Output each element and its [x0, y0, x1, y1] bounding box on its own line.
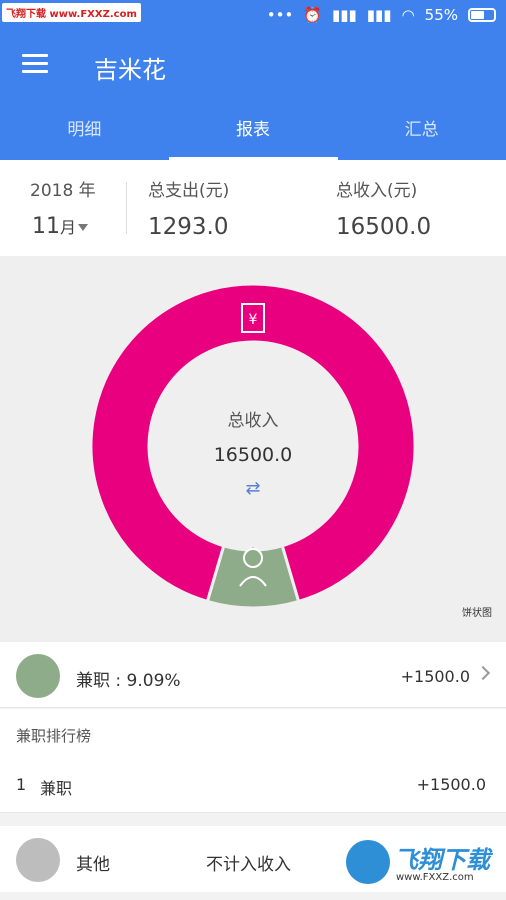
- app-bar: 吉米花 明细 报表 汇总: [0, 32, 506, 160]
- status-bar: 飞翔下载 www.FXXZ.com ••• ⏰ ▮▮▮ ▮▮▮ ◠ 55%: [0, 0, 506, 32]
- year-label: 2018 年: [30, 181, 96, 201]
- dropdown-arrow-icon: [78, 223, 89, 231]
- income-value: 16500.0: [336, 214, 432, 240]
- watermark-brand: 飞翔下载: [394, 846, 490, 874]
- month-unit: 月: [60, 218, 77, 237]
- rank-name: 兼职: [40, 779, 73, 798]
- parttime-icon: [16, 654, 60, 698]
- battery-icon: [468, 8, 496, 22]
- tab-bar: 明细 报表 汇总: [0, 114, 506, 160]
- other-note: 不计入收入: [206, 855, 291, 875]
- tab-details[interactable]: 明细: [0, 114, 169, 160]
- chart-center-title: 总收入: [227, 411, 279, 431]
- category-row[interactable]: 兼职 : 9.09% +1500.0: [0, 642, 506, 708]
- rank-number: 1: [16, 775, 27, 794]
- month-value: 11: [32, 214, 60, 239]
- ranking-title: 兼职排行榜: [16, 727, 92, 745]
- ranking-item[interactable]: 1 兼职 +1500.0: [0, 761, 506, 813]
- summary-panel: 2018 年 11月 总支出(元) 1293.0 总收入(元) 16500.0: [0, 160, 506, 256]
- svg-text:¥: ¥: [249, 312, 258, 328]
- other-label: 其他: [76, 855, 110, 875]
- expense-label: 总支出(元): [148, 181, 230, 201]
- chevron-right-icon: [475, 665, 491, 681]
- watermark-url: www.FXXZ.com: [396, 872, 474, 883]
- divider: [126, 182, 127, 234]
- month-selector[interactable]: 11月: [32, 214, 89, 239]
- rank-amount: +1500.0: [416, 775, 486, 794]
- category-amount: +1500.0: [400, 667, 470, 686]
- chart-type-label: 饼状图: [462, 608, 492, 619]
- status-icons: ••• ⏰ ▮▮▮ ▮▮▮ ◠ 55%: [267, 6, 496, 24]
- wifi-icon: ◠: [401, 6, 415, 24]
- chart-center-value: 16500.0: [213, 444, 293, 466]
- more-circle-icon: [16, 838, 60, 882]
- alarm-icon: ⏰: [303, 6, 323, 24]
- app-title: 吉米花: [94, 56, 166, 84]
- more-icon: •••: [266, 6, 294, 24]
- watermark-logo: 飞翔下载 www.FXXZ.com: [2, 3, 141, 22]
- tab-summary[interactable]: 汇总: [337, 114, 506, 160]
- battery-percent: 55%: [424, 6, 458, 24]
- income-label: 总收入(元): [336, 181, 418, 201]
- tab-report[interactable]: 报表: [169, 114, 338, 160]
- category-label: 兼职 : 9.09%: [76, 671, 181, 691]
- switch-icon[interactable]: ⇄: [0, 478, 506, 499]
- expense-value: 1293.0: [148, 214, 229, 240]
- ranking-section: 兼职排行榜 1 兼职 +1500.0: [0, 709, 506, 813]
- watermark-badge: 飞翔下载 www.FXXZ.com: [342, 834, 498, 892]
- watermark-logo-icon: [346, 840, 390, 884]
- menu-icon[interactable]: [22, 54, 48, 74]
- chart-area: ¥ 总收入 16500.0 ⇄ 饼状图: [0, 256, 506, 642]
- signal-icon-2: ▮▮▮: [366, 6, 392, 24]
- signal-icon: ▮▮▮: [332, 6, 357, 24]
